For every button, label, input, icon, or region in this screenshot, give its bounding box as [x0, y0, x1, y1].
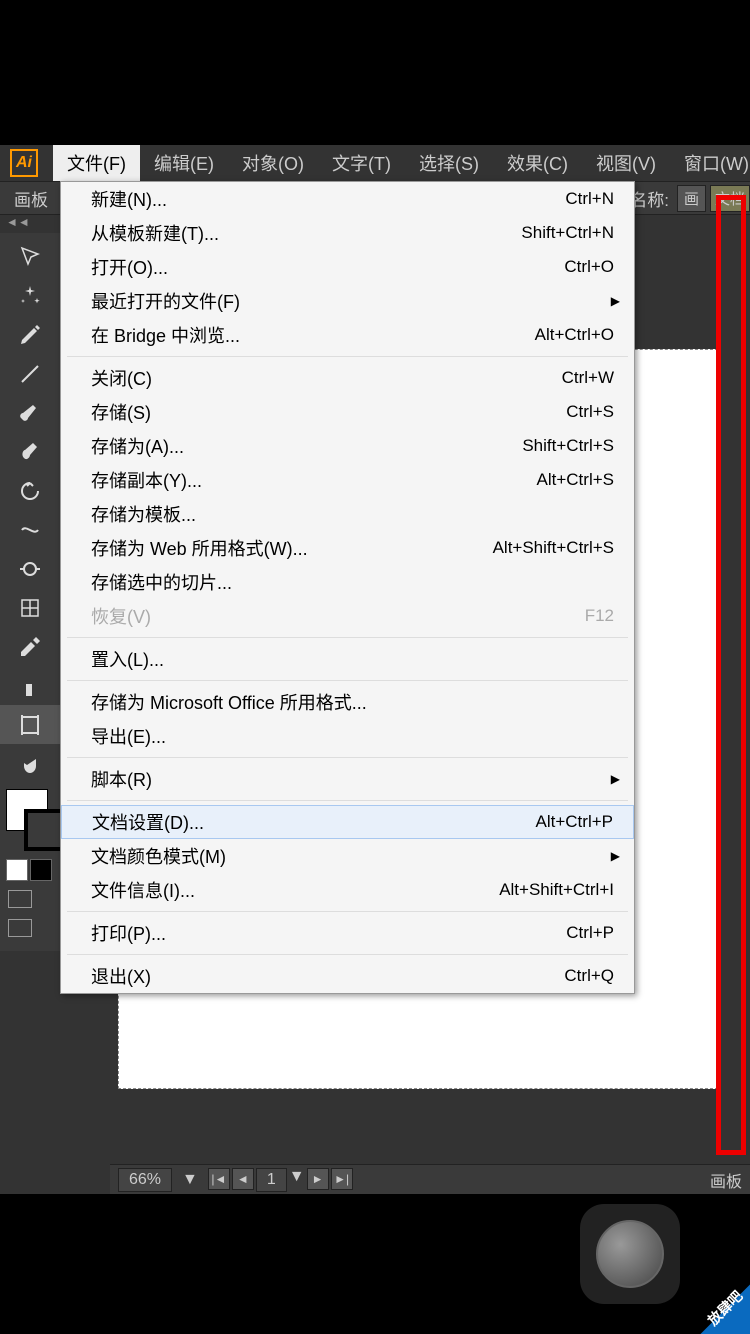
menu-item[interactable]: 最近打开的文件(F)▶ — [61, 284, 634, 318]
screen-mode-1[interactable] — [8, 890, 32, 908]
nav-next[interactable]: ► — [307, 1168, 329, 1190]
nav-last[interactable]: ►| — [331, 1168, 353, 1190]
name-label: 名称: — [630, 186, 669, 211]
menu-item[interactable]: 导出(E)... — [61, 719, 634, 753]
menu-file[interactable]: 文件(F) — [53, 145, 140, 181]
menu-type[interactable]: 文字(T) — [318, 145, 405, 181]
status-bar: 66% ▼ |◄ ◄ 1 ▼ ► ►| 画板 — [110, 1164, 750, 1194]
nav-first[interactable]: |◄ — [208, 1168, 230, 1190]
zoom-level[interactable]: 66% — [118, 1168, 172, 1192]
free-transform-tool[interactable] — [0, 549, 60, 588]
menu-select[interactable]: 选择(S) — [405, 145, 493, 181]
screen-mode-2[interactable] — [8, 919, 32, 937]
menu-item[interactable]: 退出(X)Ctrl+Q — [61, 959, 634, 993]
menu-item[interactable]: 关闭(C)Ctrl+W — [61, 361, 634, 395]
menu-item: 恢复(V)F12 — [61, 599, 634, 633]
line-tool[interactable] — [0, 354, 60, 393]
name-value[interactable]: 文档 — [710, 185, 750, 212]
menu-item[interactable]: 在 Bridge 中浏览...Alt+Ctrl+O — [61, 318, 634, 352]
menu-item[interactable]: 从模板新建(T)...Shift+Ctrl+N — [61, 216, 634, 250]
magic-wand-tool[interactable] — [0, 276, 60, 315]
menu-view[interactable]: 视图(V) — [582, 145, 670, 181]
eyedropper-tool[interactable] — [0, 627, 60, 666]
selection-tool[interactable] — [0, 237, 60, 276]
symbol-sprayer-tool[interactable] — [0, 666, 60, 705]
palette-white[interactable] — [6, 859, 28, 881]
menu-item[interactable]: 置入(L)... — [61, 642, 634, 676]
tools-panel — [0, 233, 60, 951]
nav-prev[interactable]: ◄ — [232, 1168, 254, 1190]
menu-item[interactable]: 文档颜色模式(M)▶ — [61, 839, 634, 873]
menu-item[interactable]: 文档设置(D)...Alt+Ctrl+P — [61, 805, 634, 839]
artboard-nav: |◄ ◄ 1 ▼ ► ►| — [208, 1168, 353, 1192]
menu-window[interactable]: 窗口(W) — [670, 145, 750, 181]
options-tab: 画板 — [14, 186, 48, 211]
menu-item[interactable]: 存储(S)Ctrl+S — [61, 395, 634, 429]
status-label: 画板 — [710, 1168, 742, 1192]
menu-item[interactable]: 存储为模板... — [61, 497, 634, 531]
menu-item[interactable]: 打印(P)...Ctrl+P — [61, 916, 634, 950]
color-swatches[interactable] — [0, 783, 60, 951]
menu-item[interactable]: 存储选中的切片... — [61, 565, 634, 599]
hand-tool[interactable] — [0, 744, 60, 783]
file-menu-dropdown: 新建(N)...Ctrl+N从模板新建(T)...Shift+Ctrl+N打开(… — [60, 181, 635, 994]
width-tool[interactable] — [0, 510, 60, 549]
menu-edit[interactable]: 编辑(E) — [140, 145, 228, 181]
brush-tool[interactable] — [0, 393, 60, 432]
menu-item[interactable]: 存储为(A)...Shift+Ctrl+S — [61, 429, 634, 463]
blob-brush-tool[interactable] — [0, 432, 60, 471]
palette-black[interactable] — [30, 859, 52, 881]
name-button[interactable]: 画 — [677, 185, 706, 212]
menu-item[interactable]: 存储为 Microsoft Office 所用格式... — [61, 685, 634, 719]
assistive-touch-button[interactable] — [580, 1204, 680, 1304]
menu-item[interactable]: 打开(O)...Ctrl+O — [61, 250, 634, 284]
menu-item[interactable]: 文件信息(I)...Alt+Shift+Ctrl+I — [61, 873, 634, 907]
menu-effect[interactable]: 效果(C) — [493, 145, 582, 181]
app-logo: Ai — [10, 145, 38, 181]
menu-item[interactable]: 脚本(R)▶ — [61, 762, 634, 796]
menu-item[interactable]: 新建(N)...Ctrl+N — [61, 182, 634, 216]
menubar: Ai 文件(F) 编辑(E) 对象(O) 文字(T) 选择(S) 效果(C) 视… — [0, 145, 750, 181]
rotate-tool[interactable] — [0, 471, 60, 510]
page-input[interactable]: 1 — [256, 1168, 287, 1192]
mesh-tool[interactable] — [0, 588, 60, 627]
artboard-tool[interactable] — [0, 705, 60, 744]
app-window: Ai 文件(F) 编辑(E) 对象(O) 文字(T) 选择(S) 效果(C) 视… — [0, 145, 750, 1194]
pen-tool[interactable] — [0, 315, 60, 354]
menu-item[interactable]: 存储为 Web 所用格式(W)...Alt+Shift+Ctrl+S — [61, 531, 634, 565]
menu-item[interactable]: 存储副本(Y)...Alt+Ctrl+S — [61, 463, 634, 497]
watermark-corner: 放肆吧 — [680, 1264, 750, 1334]
menu-object[interactable]: 对象(O) — [228, 145, 318, 181]
